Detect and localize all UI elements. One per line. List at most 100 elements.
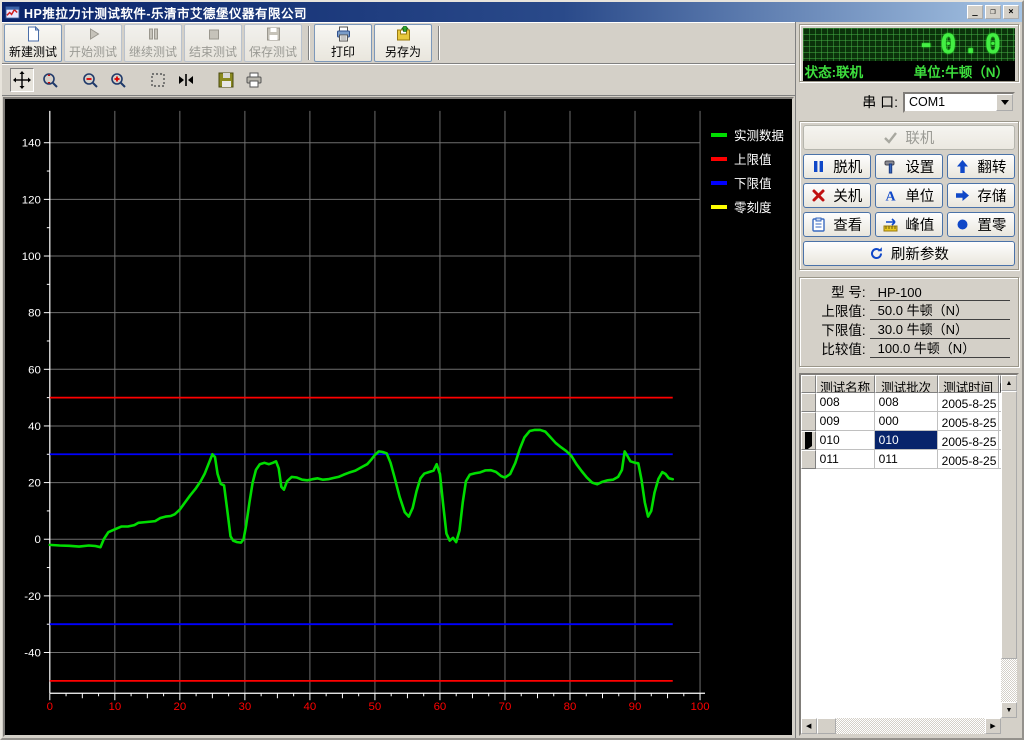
lower-limit-row: 下限值: 30.0 牛顿（N） [804, 322, 1010, 339]
main-toolbar: 新建测试 开始测试 继续测试 结束测试 保存测试 打印 另存为 [2, 22, 795, 64]
svg-text:120: 120 [22, 194, 41, 206]
chart-area[interactable]: 0 10 20 30 40 50 60 70 80 90 100 -40 -20 0 20 40 60 80 100… [3, 97, 794, 737]
selected-cell[interactable]: 010 [874, 431, 938, 450]
svg-text:50: 50 [369, 701, 382, 713]
minimize-button[interactable]: _ [967, 5, 983, 19]
chart-save-button[interactable] [214, 68, 238, 92]
pause-icon [814, 161, 824, 172]
toolbar-separator [438, 26, 440, 60]
store-button[interactable]: 存储 [946, 183, 1015, 208]
refresh-params-button[interactable]: 刷新参数 [802, 241, 1015, 266]
vertical-scrollbar-thumb[interactable] [1001, 391, 1017, 659]
restore-button[interactable]: ❐ [985, 5, 1001, 19]
vertical-scrollbar[interactable]: ▲ ▼ [1001, 375, 1017, 718]
unit-status: 单位:牛顿（N） [913, 65, 1009, 80]
clipboard-icon [812, 217, 825, 232]
col-header-test-batch[interactable]: 测试批次 [874, 375, 938, 393]
new-test-button[interactable]: 新建测试 [4, 24, 62, 62]
offline-button[interactable]: 脱机 [802, 154, 871, 179]
svg-text:-40: -40 [24, 648, 41, 660]
title-bar: HP推拉力计测试软件-乐清市艾德堡仪器有限公司 _ ❐ × [2, 2, 1022, 22]
zero-line-swatch [711, 204, 727, 209]
ruler-icon [883, 218, 898, 232]
print-button[interactable]: 打印 [314, 24, 372, 62]
row-selector[interactable] [800, 393, 816, 412]
upper-limit-label: 上限值: [821, 304, 866, 319]
unit-button[interactable]: A 单位 [874, 183, 943, 208]
zoom-out-tool-button[interactable] [78, 68, 102, 92]
current-row-marker[interactable] [800, 431, 816, 450]
chart-legend: 实测数据 上限值 下限值 零刻度 [711, 125, 784, 216]
scroll-down-icon[interactable]: ▼ [1001, 702, 1017, 718]
shutdown-button[interactable]: 关机 [802, 183, 871, 208]
device-parameters: 型 号: HP-100 上限值: 50.0 牛顿（N） 下限值: 30.0 牛顿… [798, 277, 1019, 367]
svg-text:90: 90 [629, 701, 642, 713]
serial-port-select[interactable]: COM1 [903, 91, 1015, 113]
serial-port-row: 串 口: COM1 [799, 89, 1019, 115]
svg-text:60: 60 [28, 364, 41, 376]
close-button[interactable]: × [1003, 5, 1019, 19]
table-header-row: 测试名称 测试批次 测试时间 峰值 [800, 375, 1001, 393]
scroll-up-icon[interactable]: ▲ [1001, 375, 1017, 391]
marquee-icon [151, 73, 165, 87]
printer-icon [246, 72, 262, 88]
test-records-panel: 测试名称 测试批次 测试时间 峰值 008 008 2005-8-25 下午 [798, 373, 1019, 736]
view-button[interactable]: 查看 [802, 212, 871, 237]
svg-text:60: 60 [434, 701, 447, 713]
legend-item-upper-limit: 上限值 [711, 149, 784, 168]
horizontal-scrollbar[interactable]: ◀ ▶ [800, 718, 1001, 734]
device-controls: 联机 脱机 设置 翻转 关机 A 单位 存储 查看 峰值 置零 刷新参数 [798, 121, 1019, 270]
svg-text:80: 80 [28, 308, 41, 320]
svg-text:140: 140 [22, 138, 41, 150]
row-selector[interactable] [800, 450, 816, 469]
lower-limit-swatch [711, 180, 727, 185]
settings-button[interactable]: 设置 [874, 154, 943, 179]
continue-test-button: 继续测试 [124, 24, 182, 62]
chevron-down-icon[interactable] [996, 93, 1013, 111]
table-row[interactable]: 011 011 2005-8-25 下午 [800, 450, 1001, 469]
table-row-selected[interactable]: 010 010 2005-8-25 下午 [800, 431, 1001, 450]
model-value: HP-100 [869, 285, 1010, 301]
zero-button[interactable]: 置零 [946, 212, 1015, 237]
upper-limit-swatch [711, 156, 727, 161]
lower-limit-label: 下限值: [821, 323, 866, 338]
scroll-left-icon[interactable]: ◀ [800, 718, 817, 734]
col-header-test-time[interactable]: 测试时间 [937, 375, 999, 393]
table-row[interactable]: 009 000 2005-8-25 下午 [800, 412, 1001, 431]
svg-text:10: 10 [108, 701, 121, 713]
stop-icon [208, 29, 219, 40]
compare-value-value: 100.0 牛顿（N） [869, 338, 1010, 358]
upper-limit-row: 上限值: 50.0 牛顿（N） [804, 303, 1010, 320]
save-as-button[interactable]: 另存为 [374, 24, 432, 62]
circle-icon [957, 219, 968, 230]
pan-tool-button[interactable] [10, 68, 34, 92]
test-records-table: 测试名称 测试批次 测试时间 峰值 008 008 2005-8-25 下午 [800, 375, 1001, 718]
play-icon [89, 28, 99, 40]
peak-button[interactable]: 峰值 [874, 212, 943, 237]
new-document-icon [27, 26, 40, 42]
readout-panel: -0.0 状态:联机 单位:牛顿（N） [798, 24, 1019, 82]
col-header-test-name[interactable]: 测试名称 [815, 375, 875, 393]
row-selector[interactable] [800, 412, 816, 431]
svg-text:0: 0 [47, 701, 53, 713]
end-test-button: 结束测试 [184, 24, 242, 62]
legend-item-lower-limit: 下限值 [711, 173, 784, 192]
floppy-icon [218, 72, 234, 88]
chart-toolbar [2, 64, 795, 96]
serial-port-label: 串 口: [862, 94, 898, 110]
horizontal-scrollbar-thumb[interactable] [816, 718, 836, 734]
svg-text:0: 0 [34, 534, 40, 546]
flip-button[interactable]: 翻转 [946, 154, 1015, 179]
printer-icon [336, 26, 350, 42]
fit-axes-tool-button[interactable] [174, 68, 198, 92]
table-row[interactable]: 008 008 2005-8-25 下午 [800, 393, 1001, 412]
scroll-right-icon[interactable]: ▶ [985, 718, 1001, 734]
save-test-button: 保存测试 [244, 24, 302, 62]
chart-print-button[interactable] [242, 68, 266, 92]
zoom-dynamic-tool-button[interactable] [38, 68, 62, 92]
zoom-in-tool-button[interactable] [106, 68, 130, 92]
row-selector-header [800, 375, 816, 393]
check-icon [884, 132, 898, 144]
app-icon [5, 5, 20, 19]
zoom-select-tool-button[interactable] [146, 68, 170, 92]
